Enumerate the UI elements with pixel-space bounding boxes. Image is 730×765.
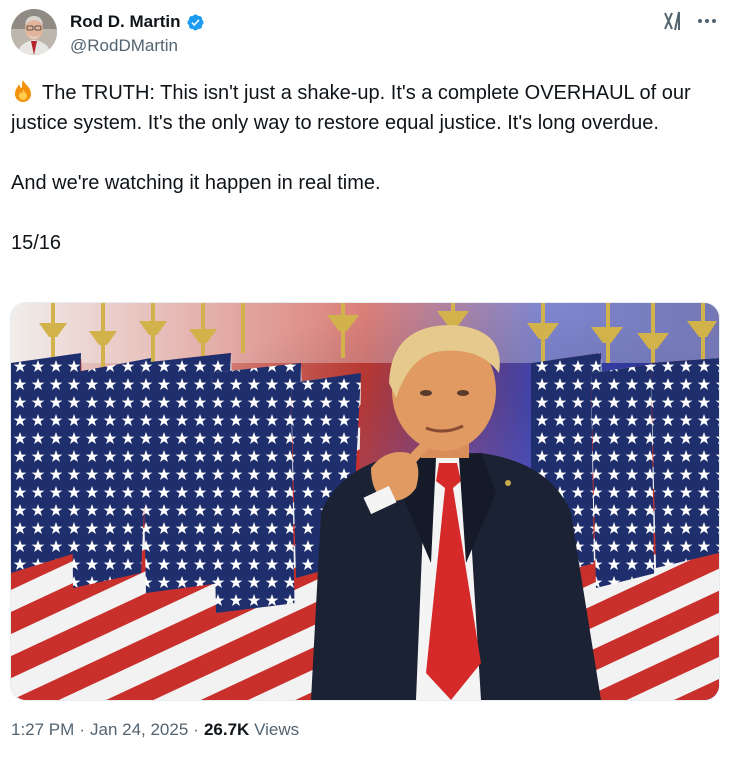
author-name-row[interactable]: Rod D. Martin bbox=[70, 10, 205, 34]
tweet-meta: 1:27 PM · Jan 24, 2025 · 26.7K Views bbox=[11, 720, 299, 740]
verified-badge-icon[interactable] bbox=[186, 13, 205, 32]
tweet-image[interactable] bbox=[10, 302, 720, 701]
meta-separator-dot: · bbox=[193, 720, 199, 739]
tweet-paragraph-2: And we're watching it happen in real tim… bbox=[11, 172, 381, 194]
meta-separator-dot: · bbox=[79, 720, 85, 739]
views-label-text[interactable]: Views bbox=[254, 720, 299, 740]
tweet-paragraph-1-text: The TRUTH: This isn't just a shake-up. I… bbox=[11, 82, 691, 134]
grok-icon[interactable] bbox=[660, 8, 686, 34]
avatar[interactable] bbox=[11, 9, 57, 55]
tweet-paragraph-1: The TRUTH: This isn't just a shake-up. I… bbox=[11, 78, 711, 138]
tweet-time[interactable]: 1:27 PM bbox=[11, 720, 74, 740]
tweet-date[interactable]: Jan 24, 2025 bbox=[90, 720, 188, 740]
more-options-icon[interactable] bbox=[694, 8, 720, 34]
tweet: Rod D. Martin @RodDMartin The TRUTH: Thi… bbox=[0, 0, 730, 765]
photo-man-pointing-with-flags bbox=[11, 303, 719, 700]
display-name[interactable]: Rod D. Martin bbox=[70, 12, 181, 32]
tweet-text: The TRUTH: This isn't just a shake-up. I… bbox=[11, 78, 711, 258]
tweet-paragraph-3: 15/16 bbox=[11, 232, 62, 254]
avatar-image bbox=[11, 9, 57, 55]
views-count[interactable]: 26.7K bbox=[204, 720, 249, 740]
author-handle[interactable]: @RodDMartin bbox=[70, 36, 178, 56]
fire-icon bbox=[15, 80, 31, 102]
